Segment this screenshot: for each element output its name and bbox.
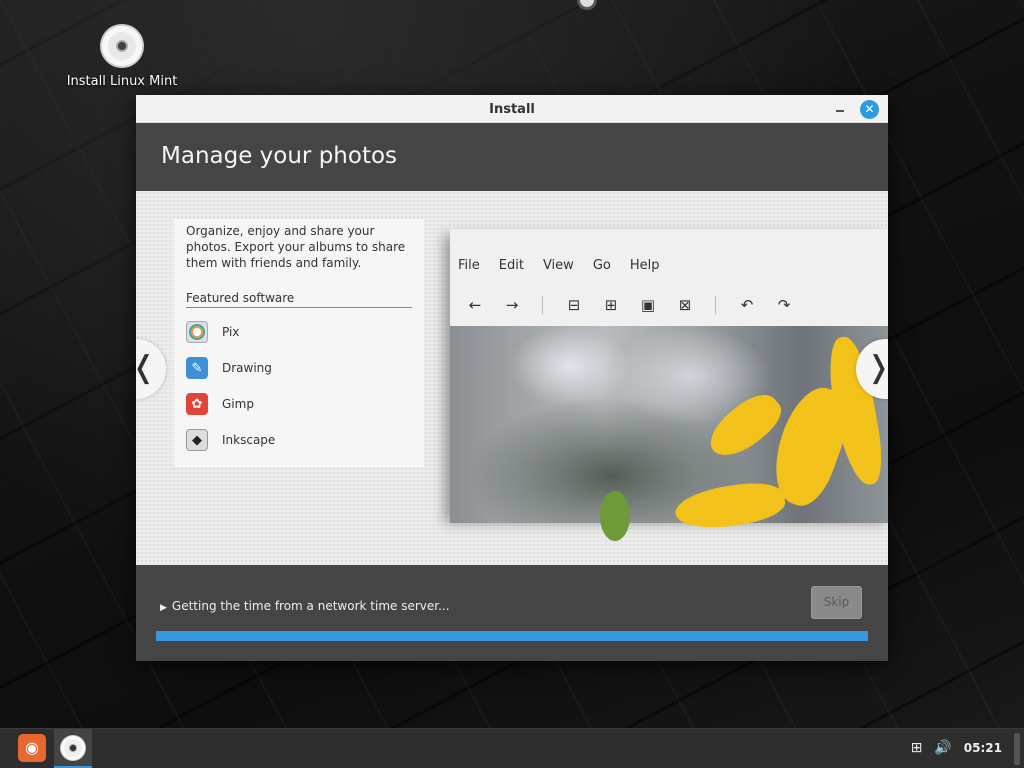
software-list: Pix ✎ Drawing ✿ Gimp ◆ Inkscape — [186, 314, 412, 458]
toolbar-separator — [715, 296, 716, 314]
taskbar-install-app[interactable] — [54, 729, 92, 768]
status-text: Getting the time from a network time ser… — [171, 599, 450, 613]
screenshot-menu-view: View — [542, 258, 574, 273]
progress-bar — [156, 631, 868, 641]
screenshot-menubar: File Edit View Go Help — [450, 229, 888, 289]
featured-software-heading: Featured software — [186, 291, 412, 308]
skip-button[interactable]: Skip — [811, 586, 862, 619]
window-titlebar[interactable]: Install ✕ — [136, 95, 888, 123]
gimp-icon: ✿ — [186, 393, 208, 415]
slide-description: Organize, enjoy and share your photos. E… — [186, 224, 406, 270]
leaf — [600, 491, 630, 541]
software-item-drawing: ✎ Drawing — [186, 350, 412, 386]
app-screenshot: File Edit View Go Help ← → ⊟ ⊞ ▣ ⊠ ↶ ↷ — [450, 229, 888, 541]
zoom-in-icon: ⊞ — [604, 296, 618, 314]
desktop-icon-install[interactable]: Install Linux Mint — [62, 24, 182, 89]
installer-footer: ▶ Getting the time from a network time se… — [136, 565, 888, 661]
screenshot-toolbar: ← → ⊟ ⊞ ▣ ⊠ ↶ ↷ — [450, 289, 888, 321]
slide-header: Manage your photos — [136, 123, 888, 191]
zoom-normal-icon: ▣ — [640, 296, 656, 314]
install-window: Install ✕ Manage your photos Organize, e… — [136, 95, 888, 661]
drawing-icon: ✎ — [186, 357, 208, 379]
taskbar: ◉ ⊞ 🔊 05:21 — [0, 728, 1024, 768]
slide-title: Manage your photos — [161, 143, 398, 169]
desktop-icon-label: Install Linux Mint — [66, 74, 178, 89]
close-icon[interactable]: ✕ — [860, 100, 879, 119]
zoom-out-icon: ⊟ — [567, 296, 581, 314]
forward-arrow-icon: → — [505, 296, 519, 314]
zoom-fit-icon: ⊠ — [678, 296, 692, 314]
window-title: Install — [489, 102, 535, 117]
petal — [672, 476, 788, 536]
menu-button[interactable]: ◉ — [18, 734, 46, 762]
clock[interactable]: 05:21 — [964, 741, 1002, 755]
install-status[interactable]: ▶ Getting the time from a network time se… — [160, 599, 450, 613]
show-desktop-button[interactable] — [1014, 733, 1020, 765]
pix-icon — [186, 321, 208, 343]
expand-caret-icon[interactable]: ▶ — [160, 603, 167, 613]
disc-icon — [100, 24, 144, 68]
slideshow-area: Organize, enjoy and share your photos. E… — [136, 191, 888, 565]
petal — [701, 384, 789, 468]
network-icon[interactable]: ⊞ — [911, 740, 923, 756]
previous-slide-button[interactable]: ❬ — [136, 339, 166, 399]
software-label: Drawing — [222, 361, 272, 375]
screenshot-menu-help: Help — [629, 258, 660, 273]
software-item-inkscape: ◆ Inkscape — [186, 422, 412, 458]
info-panel: Organize, enjoy and share your photos. E… — [174, 219, 424, 467]
software-item-gimp: ✿ Gimp — [186, 386, 412, 422]
top-indicator — [577, 0, 597, 10]
screenshot-menu-file: File — [458, 258, 480, 273]
progress-fill — [156, 631, 868, 641]
software-label: Gimp — [222, 397, 254, 411]
screenshot-menu-edit: Edit — [498, 258, 524, 273]
system-tray: ⊞ 🔊 05:21 — [911, 740, 1002, 756]
toolbar-separator — [542, 296, 543, 314]
software-label: Inkscape — [222, 433, 276, 447]
software-item-pix: Pix — [186, 314, 412, 350]
volume-icon[interactable]: 🔊 — [934, 740, 951, 756]
disc-icon — [60, 735, 86, 761]
screenshot-menu-go: Go — [592, 258, 611, 273]
back-arrow-icon: ← — [468, 296, 482, 314]
rotate-right-icon: ↷ — [777, 296, 791, 314]
inkscape-icon: ◆ — [186, 429, 208, 451]
minimize-icon[interactable] — [836, 110, 844, 112]
lily-photo — [450, 326, 888, 541]
software-label: Pix — [222, 325, 240, 339]
rotate-left-icon: ↶ — [740, 296, 754, 314]
